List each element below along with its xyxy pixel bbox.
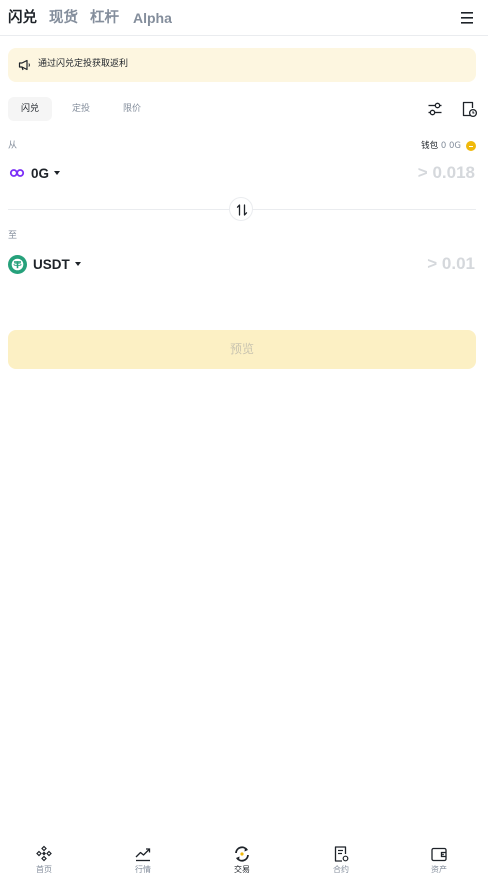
tab-convert[interactable]: 闪兑 — [8, 8, 37, 28]
from-label: 从 — [8, 141, 18, 151]
mode-tab-convert[interactable]: 闪兑 — [8, 97, 52, 121]
swap-arrows-icon — [236, 204, 248, 216]
chevron-down-icon — [54, 171, 61, 175]
mode-tab-recurring[interactable]: 定投 — [62, 97, 100, 121]
banner-text: 通过闪兑定投获取返利 — [38, 59, 129, 69]
og-token-icon — [9, 169, 25, 177]
nav-futures-label: 合约 — [333, 865, 349, 874]
wallet-balance: 钱包 0 0G — [421, 140, 461, 152]
menu-icon[interactable] — [459, 11, 475, 25]
chart-trend-icon — [135, 848, 151, 862]
nav-markets-label: 行情 — [135, 865, 151, 874]
megaphone-icon — [18, 59, 30, 71]
from-amount-input[interactable]: > 0.018 — [418, 162, 475, 184]
from-asset-selector[interactable]: 0G — [9, 162, 61, 184]
preview-button[interactable]: 预览 — [8, 330, 476, 369]
bottom-nav: 首页 行情 交易 合约 资产 — [0, 840, 488, 878]
wallet-icon — [431, 847, 447, 862]
to-amount-input[interactable]: > 0.01 — [427, 253, 475, 275]
nav-home[interactable]: 首页 — [14, 840, 74, 875]
home-diamond-icon — [36, 845, 52, 862]
nav-home-label: 首页 — [36, 865, 52, 874]
wallet-label: 钱包 — [421, 141, 439, 151]
to-asset-name: USDT — [33, 256, 70, 272]
nav-trade-label: 交易 — [234, 865, 250, 874]
tab-margin[interactable]: 杠杆 — [90, 8, 119, 28]
wallet-balance-value: 0 0G — [440, 141, 461, 151]
tab-spot[interactable]: 现货 — [49, 8, 78, 28]
nav-futures[interactable]: 合约 — [311, 840, 371, 875]
swap-direction-button[interactable] — [229, 197, 253, 221]
settings-sliders-icon[interactable] — [427, 101, 443, 117]
order-history-icon[interactable] — [460, 100, 478, 118]
trade-exchange-icon — [235, 846, 249, 862]
to-label: 至 — [8, 231, 18, 241]
chevron-down-icon — [74, 262, 81, 266]
nav-assets-label: 资产 — [431, 865, 447, 874]
to-asset-selector[interactable]: USDT — [8, 253, 81, 275]
nav-assets[interactable]: 资产 — [409, 840, 469, 875]
nav-markets[interactable]: 行情 — [113, 840, 173, 875]
promo-banner[interactable]: 通过闪兑定投获取返利 — [8, 48, 476, 82]
tab-alpha[interactable]: Alpha — [133, 8, 172, 28]
nav-trade[interactable]: 交易 — [212, 840, 272, 875]
mode-tab-limit[interactable]: 限价 — [113, 97, 151, 121]
top-nav: 闪兑 现货 杠杆 Alpha — [0, 0, 488, 36]
contract-document-icon — [334, 846, 349, 862]
from-asset-name: 0G — [31, 165, 50, 181]
add-funds-icon[interactable] — [466, 141, 476, 151]
usdt-token-icon — [8, 254, 27, 274]
